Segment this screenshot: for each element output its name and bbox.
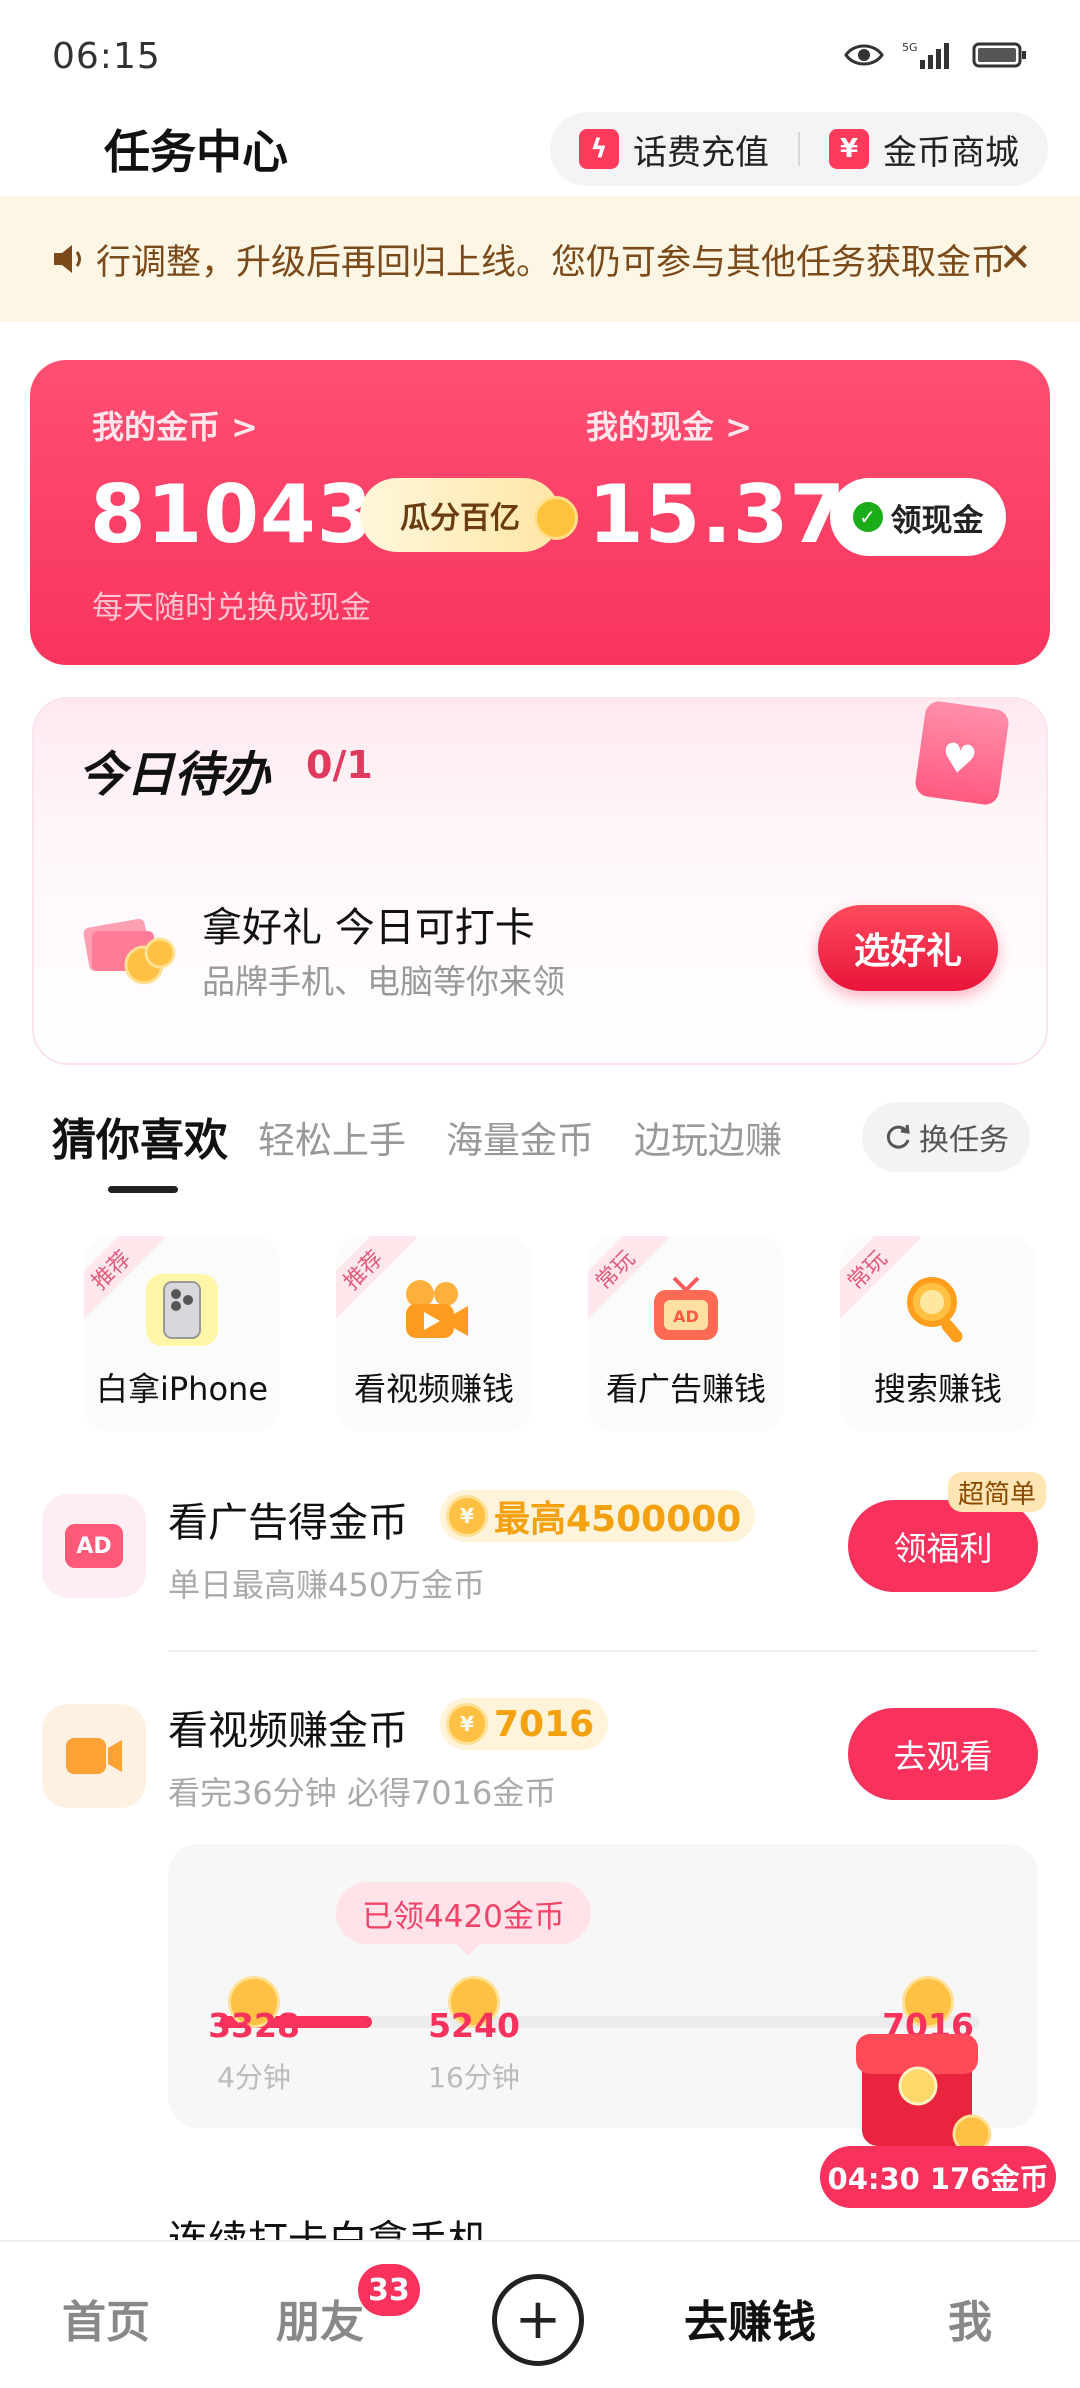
lightning-icon: ϟ — [579, 129, 619, 169]
speaker-icon — [54, 245, 81, 273]
search-icon — [907, 1277, 963, 1343]
svg-text:5G: 5G — [902, 41, 918, 54]
nav-friends[interactable]: 朋友 — [276, 2286, 364, 2350]
claim-cash-button[interactable]: ✓ 领现金 — [830, 478, 1006, 556]
friends-count-badge: 33 — [358, 2264, 420, 2316]
category-free-iphone[interactable]: 推荐 白拿iPhone — [84, 1236, 280, 1432]
tab-massive-coins[interactable]: 海量金币 — [446, 1110, 594, 1164]
coin-icon: ¥ — [446, 1703, 488, 1745]
category-label: 看广告赚钱 — [605, 1370, 766, 1408]
tab-guess-you-like[interactable]: 猜你喜欢 — [52, 1104, 228, 1168]
task-subtitle: 看完36分钟 必得7016金币 — [168, 1774, 557, 1812]
milestone-time: 16分钟 — [428, 2061, 520, 2094]
cash-value: 15.37 — [588, 468, 847, 561]
recharge-button[interactable]: ϟ 话费充值 — [550, 125, 798, 174]
swap-label: 换任务 — [919, 1123, 1009, 1158]
refresh-icon — [886, 1124, 910, 1149]
status-bar: 06:15 5G — [0, 0, 1080, 110]
ad-badge-icon: AD — [65, 1524, 123, 1568]
split-label: 瓜分百亿 — [400, 501, 520, 536]
reward-badge: ¥ 最高4500000 — [440, 1490, 756, 1542]
header-actions: ϟ 话费充值 ¥ 金币商城 — [550, 112, 1048, 186]
category-watch-ads[interactable]: 常玩 AD 看广告赚钱 — [588, 1236, 784, 1432]
calendar-heart-icon: ♥ — [913, 699, 1011, 807]
active-tab-indicator — [108, 1186, 178, 1193]
eye-icon — [844, 44, 884, 66]
clock: 06:15 — [52, 36, 161, 77]
today-title: 今日待办 — [78, 747, 271, 803]
notice-bar: 行调整，升级后再回归上线。您仍可参与其他任务获取金币 ✕ — [0, 196, 1080, 322]
recharge-label: 话费充值 — [633, 132, 769, 173]
today-count: 0/1 — [306, 743, 373, 787]
category-label: 看视频赚钱 — [353, 1370, 514, 1408]
nav-earn[interactable]: 去赚钱 — [684, 2286, 816, 2350]
mall-icon: ¥ — [829, 129, 869, 169]
category-search-earn[interactable]: 常玩 搜索赚钱 — [840, 1236, 1036, 1432]
nav-home[interactable]: 首页 — [62, 2286, 150, 2350]
split-billion-button[interactable]: 瓜分百亿 — [360, 478, 578, 552]
video-camera-icon — [66, 1738, 122, 1774]
page-title: 任务中心 — [104, 125, 288, 179]
claim-cash-label: 领现金 — [890, 502, 984, 539]
milestone-value: 5240 — [428, 2006, 520, 2045]
iphone-icon — [146, 1274, 218, 1346]
divider — [168, 1650, 1038, 1652]
battery-icon — [972, 42, 1026, 68]
claimed-coins-tip: 已领4420金币 — [336, 1882, 591, 1956]
category-label: 搜索赚钱 — [873, 1370, 1002, 1408]
my-cash-link[interactable]: 我的现金 > — [586, 402, 752, 448]
task-tabs: 猜你喜欢 轻松上手 海量金币 边玩边赚 换任务 — [0, 1100, 1080, 1210]
category-label: 白拿iPhone — [95, 1370, 269, 1408]
go-watch-button[interactable]: 去观看 — [848, 1708, 1038, 1800]
status-icons: 5G — [844, 40, 1028, 70]
ad-task-icon: AD — [42, 1494, 146, 1598]
gift-subtitle: 品牌手机、电脑等你来领 — [202, 962, 565, 1001]
ad-tv-icon: AD — [654, 1276, 718, 1340]
page-header: 任务中心 ϟ 话费充值 ¥ 金币商城 — [0, 108, 1080, 198]
task-subtitle: 单日最高赚450万金币 — [168, 1566, 486, 1604]
coin-mall-button[interactable]: ¥ 金币商城 — [800, 125, 1048, 174]
mall-label: 金币商城 — [883, 132, 1019, 173]
today-todo-card: 今日待办 0/1 ♥ 拿好礼 今日可打卡 品牌手机、电脑等你来领 选好礼 — [32, 697, 1048, 1065]
milestone-value: 3328 — [208, 2006, 300, 2045]
notice-text: 行调整，升级后再回归上线。您仍可参与其他任务获取金币 — [96, 242, 1007, 283]
reward-value: 最高4500000 — [494, 1499, 742, 1540]
reward-badge: ¥ 7016 — [440, 1698, 609, 1750]
swap-tasks-button[interactable]: 换任务 — [862, 1102, 1030, 1172]
tab-easy-start[interactable]: 轻松上手 — [258, 1110, 406, 1164]
milestone-node: 5240 16分钟 — [404, 1976, 544, 2096]
milestone-time: 4分钟 — [217, 2061, 291, 2094]
coins-value: 81043 — [90, 468, 374, 561]
claim-welfare-button[interactable]: 领福利 — [848, 1500, 1038, 1592]
task-title: 看广告得金币 — [168, 1500, 408, 1546]
close-icon[interactable]: ✕ — [998, 238, 1032, 278]
nav-me[interactable]: 我 — [948, 2286, 992, 2350]
wechat-pay-icon: ✓ — [852, 502, 883, 532]
video-camera-icon — [406, 1280, 468, 1338]
gift-title: 拿好礼 今日可打卡 — [202, 905, 535, 951]
reward-value: 7016 — [494, 1703, 595, 1745]
bottom-navigation: 首页 朋友 33 + 去赚钱 我 — [0, 2240, 1080, 2388]
coin-icon: ¥ — [446, 1495, 488, 1537]
milestone-node: 3328 4分钟 — [184, 1976, 324, 2096]
task-title: 连续打卡白拿手机 — [168, 2218, 488, 2242]
countdown-reward-badge[interactable]: 04:30 176金币 — [820, 2146, 1056, 2208]
category-watch-video[interactable]: 推荐 看视频赚钱 — [336, 1236, 532, 1432]
task-title: 看视频赚金币 — [168, 1708, 408, 1754]
svg-text:AD: AD — [673, 1307, 699, 1326]
my-coins-link[interactable]: 我的金币 > — [92, 402, 258, 448]
balance-card: 我的金币 > 81043 瓜分百亿 我的现金 > 15.37 ✓ 领现金 每天随… — [30, 360, 1050, 665]
gift-money-icon — [83, 918, 176, 985]
treasure-box-icon[interactable] — [848, 2016, 998, 2156]
publish-plus-button[interactable]: + — [492, 2274, 584, 2366]
video-task-icon — [42, 1704, 146, 1808]
super-easy-badge: 超简单 — [947, 1472, 1046, 1512]
signal-icon: 5G — [902, 41, 949, 69]
choose-gift-button[interactable]: 选好礼 — [818, 905, 998, 991]
balance-subtitle: 每天随时兑换成现金 — [92, 590, 371, 626]
tab-play-and-earn[interactable]: 边玩边赚 — [634, 1110, 782, 1164]
coin-icon — [534, 496, 578, 540]
